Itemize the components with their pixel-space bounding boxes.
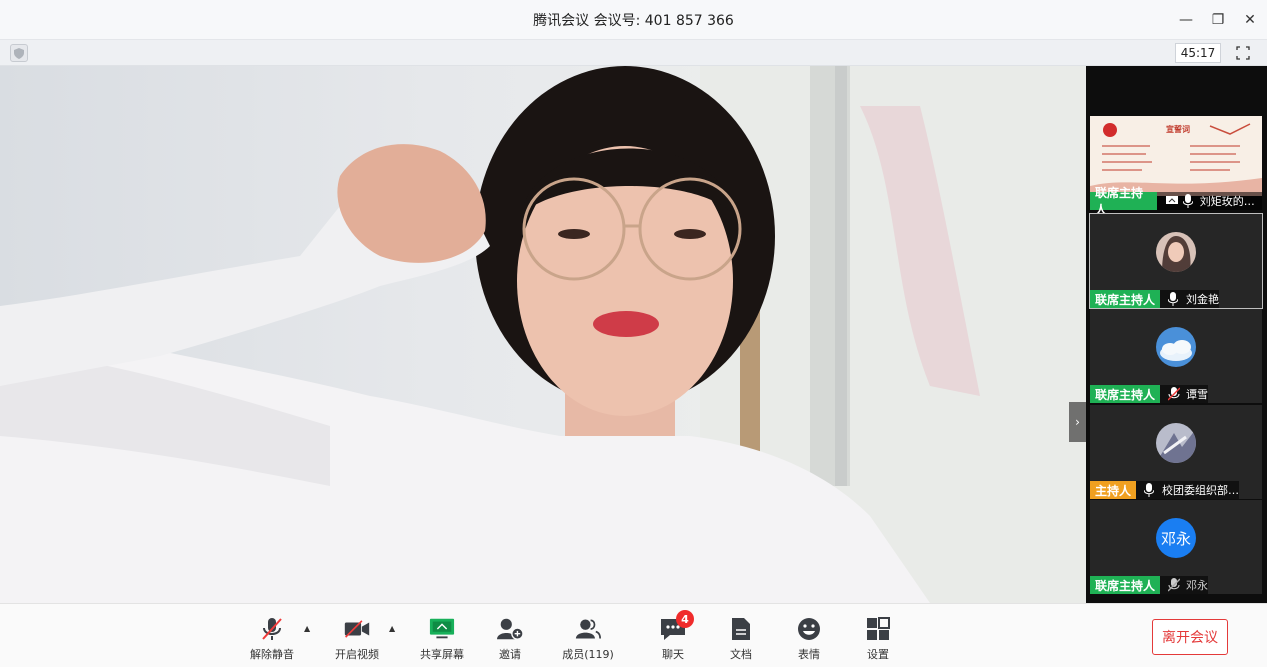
avatar [1156, 327, 1196, 367]
avatar: 邓永 [1156, 518, 1196, 558]
chat-icon: 4 [660, 610, 694, 642]
avatar [1156, 232, 1196, 272]
participant-name: 邓永 [1186, 579, 1209, 592]
main-video: › [0, 66, 1086, 603]
add-user-icon [497, 616, 523, 642]
share-screen-button[interactable]: 共享屏幕 [412, 616, 472, 662]
mic-muted-icon [1168, 578, 1182, 592]
avatar [1156, 423, 1196, 463]
participant-tile[interactable]: 邓永 联席主持人 邓永 [1090, 500, 1262, 594]
minimize-icon[interactable]: — [1177, 11, 1195, 29]
participant-tile[interactable]: 联席主持人 谭雪 [1090, 309, 1262, 403]
meeting-timer: 45:17 [1175, 43, 1221, 63]
participant-nameplate: 主持人 校团委组织部… [1090, 481, 1240, 499]
participant-name: 谭雪 [1186, 388, 1209, 401]
participant-nameplate: 联席主持人 谭雪 [1090, 385, 1209, 403]
start-video-button[interactable]: 开启视频 [327, 616, 387, 662]
settings-label: 设置 [867, 648, 889, 661]
mic-icon [1182, 194, 1196, 208]
participant-name: 刘金艳 [1186, 293, 1220, 306]
security-shield-icon[interactable] [10, 44, 28, 62]
participant-tile[interactable]: 联席主持人 刘金艳 [1089, 213, 1263, 309]
video-options-chevron-icon[interactable]: ▲ [389, 624, 395, 633]
members-button[interactable]: 成员(119) [558, 616, 618, 662]
mic-icon [1144, 483, 1158, 497]
mic-muted-icon [1168, 387, 1182, 401]
reactions-button[interactable]: 表情 [779, 616, 839, 662]
invite-label: 邀请 [499, 648, 521, 661]
chat-label: 聊天 [662, 648, 684, 661]
avatar-initials: 邓永 [1160, 529, 1191, 548]
fullscreen-icon[interactable] [1233, 43, 1253, 63]
settings-button[interactable]: 设置 [848, 616, 908, 662]
role-badge: 主持人 [1090, 481, 1137, 499]
unmute-button[interactable]: 解除静音 [242, 616, 302, 662]
role-badge: 联席主持人 [1090, 576, 1161, 594]
share-screen-icon [429, 616, 455, 642]
participant-tile[interactable]: 联席主持人 刘矩玫的屏… [1090, 186, 1262, 217]
close-icon[interactable]: ✕ [1241, 11, 1259, 29]
meeting-title: 腾讯会议 会议号: 401 857 366 [533, 12, 734, 29]
participant-tile[interactable]: 主持人 校团委组织部… [1090, 405, 1262, 499]
participant-gallery: 宣誓词 联席主持人 刘矩玫的屏… 联席主持人 刘金艳 联席主持人 谭雪 主持人 … [1086, 66, 1267, 603]
reactions-label: 表情 [798, 648, 820, 661]
members-label: 成员(119) [562, 648, 614, 661]
meeting-info-bar [0, 40, 1267, 66]
window-controls: — ❐ ✕ [1177, 0, 1259, 40]
camera-off-icon [344, 616, 370, 642]
start-video-label: 开启视频 [335, 648, 379, 661]
participant-name: 刘矩玫的屏… [1199, 195, 1262, 208]
meeting-toolbar: 解除静音 ▲ 开启视频 ▲ 共享屏幕 邀请 成员(119) 4 聊天 文档 表情… [0, 603, 1267, 667]
participant-name: 校团委组织部… [1162, 484, 1240, 497]
chat-unread-badge: 4 [676, 610, 694, 628]
participant-nameplate: 联席主持人 邓永 [1090, 576, 1209, 594]
document-icon [728, 616, 754, 642]
role-badge: 联席主持人 [1090, 290, 1161, 308]
members-icon [575, 616, 601, 642]
leave-meeting-button[interactable]: 离开会议 [1152, 619, 1228, 655]
chat-button[interactable]: 4 聊天 [643, 610, 703, 662]
role-badge: 联席主持人 [1090, 385, 1161, 403]
mic-muted-icon [259, 616, 285, 642]
role-badge: 联席主持人 [1090, 186, 1157, 217]
speaker-video-frame [0, 66, 1086, 603]
participant-nameplate: 联席主持人 刘金艳 [1090, 290, 1220, 308]
docs-label: 文档 [730, 648, 752, 661]
audio-options-chevron-icon[interactable]: ▲ [304, 624, 310, 633]
screen-share-icon [1165, 194, 1179, 208]
title-bar: 腾讯会议 会议号: 401 857 366 [0, 0, 1267, 40]
invite-button[interactable]: 邀请 [480, 616, 540, 662]
share-screen-label: 共享屏幕 [420, 648, 464, 661]
restore-icon[interactable]: ❐ [1209, 11, 1227, 29]
gallery-expand-button[interactable]: › [1069, 402, 1086, 442]
screen-share-heading: 宣誓词 [1166, 125, 1190, 134]
docs-button[interactable]: 文档 [711, 616, 771, 662]
mic-icon [1168, 292, 1182, 306]
unmute-label: 解除静音 [250, 648, 294, 661]
grid-settings-icon [865, 616, 891, 642]
smiley-icon [796, 616, 822, 642]
participant-nameplate: 联席主持人 刘矩玫的屏… [1090, 186, 1262, 217]
